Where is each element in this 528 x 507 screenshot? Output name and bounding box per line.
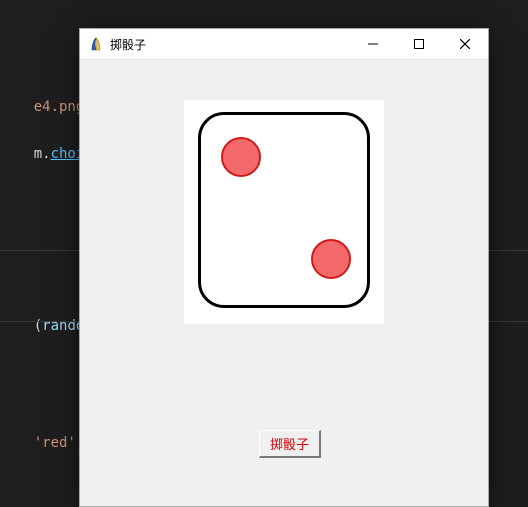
close-button[interactable] (442, 29, 488, 60)
dice-pip (221, 137, 261, 177)
roll-dice-button[interactable]: 掷骰子 (259, 430, 321, 458)
dice-pip (311, 239, 351, 279)
maximize-button[interactable] (396, 29, 442, 60)
window-title: 掷骰子 (110, 36, 146, 53)
dice-face (198, 112, 370, 308)
dice-canvas (184, 100, 384, 324)
app-icon (88, 36, 104, 52)
tkinter-window: 掷骰子 掷骰子 (79, 28, 489, 507)
window-client-area: 掷骰子 (80, 60, 488, 506)
code-token: m. (34, 146, 51, 162)
minimize-button[interactable] (350, 29, 396, 60)
window-titlebar[interactable]: 掷骰子 (80, 29, 488, 60)
code-token: 'red' (34, 435, 76, 451)
